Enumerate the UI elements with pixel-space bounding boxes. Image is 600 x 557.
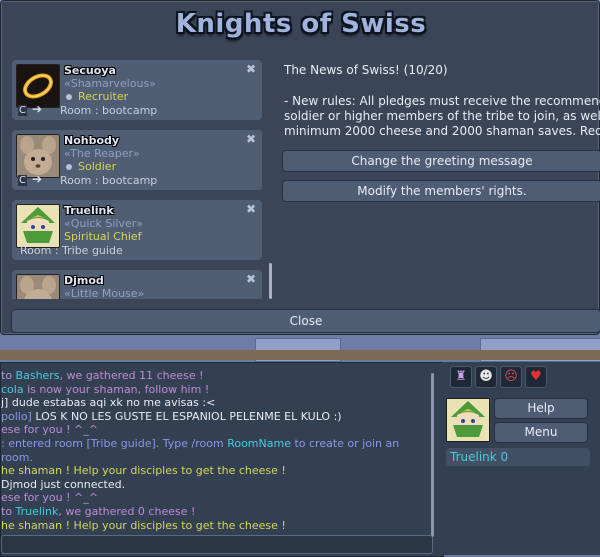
chat-line: to Truelink, we gathered 0 cheese ! bbox=[1, 505, 421, 519]
chat-segment: Truelink bbox=[15, 504, 59, 518]
player-name: Truelink bbox=[450, 450, 497, 464]
chat-segment: cola bbox=[1, 382, 24, 396]
chat-segment: he shaman ! Help your disciples to get t… bbox=[1, 518, 286, 532]
member-rank: Spiritual Chief bbox=[64, 230, 142, 243]
news-line: - New rules: All pledges must receive th… bbox=[284, 94, 600, 108]
chat-line: ese for you ! ^_^ bbox=[1, 423, 421, 437]
chat-segment: RoomName bbox=[227, 436, 291, 450]
modify-rights-button[interactable]: Modify the members' rights. bbox=[282, 180, 600, 202]
member-list: Secuoya «Shamarvelous» Recruiter C ➔ Roo… bbox=[11, 59, 263, 299]
chat-segment: he shaman ! Help your disciples to get t… bbox=[1, 464, 286, 478]
member-title: «Quick Silver» bbox=[64, 217, 143, 230]
link-icon bbox=[16, 204, 60, 248]
chat-line: cola is now your shaman, follow him ! bbox=[1, 383, 421, 397]
member-title: «The Reaper» bbox=[64, 147, 140, 160]
arrow-right-icon[interactable]: ➔ bbox=[32, 102, 42, 116]
news-title: The News of Swiss! (10/20) bbox=[284, 63, 448, 77]
chat-line: : entered room [Tribe guide]. Type /room… bbox=[1, 437, 421, 451]
member-rank: Soldier bbox=[78, 160, 117, 173]
member-name: Nohbody bbox=[64, 134, 120, 147]
chat-segment: Bashers bbox=[15, 369, 60, 382]
chat-segment: Djmod just connected. bbox=[1, 477, 126, 491]
chat-log: to Bashers, we gathered 11 cheese ! cola … bbox=[1, 369, 421, 532]
player-avatar bbox=[446, 398, 490, 442]
tribe-window: Knights of Swiss Secuoya «Shamarvelous» … bbox=[0, 0, 600, 335]
chat-line: j] dude estabas aqi xk no me avisas :< bbox=[1, 396, 421, 410]
news-body: - New rules: All pledges must receive th… bbox=[284, 94, 600, 139]
chat-line: he shaman ! Help your disciples to get t… bbox=[1, 464, 421, 478]
menu-button[interactable]: Menu bbox=[494, 422, 588, 443]
member-title: «Little Mouse» bbox=[64, 287, 145, 299]
chat-segment: pollo] bbox=[1, 409, 32, 423]
arrow-right-icon[interactable]: ➔ bbox=[32, 172, 42, 186]
scene-floor bbox=[0, 350, 600, 360]
chat-scrollbar[interactable] bbox=[431, 373, 434, 537]
player-score: 0 bbox=[500, 450, 509, 464]
angry-icon[interactable]: ☹ bbox=[500, 366, 522, 388]
chat-segment: : entered room [Tribe guide]. Type /room bbox=[1, 436, 228, 450]
close-icon[interactable]: ✖ bbox=[246, 272, 256, 286]
close-icon[interactable]: ✖ bbox=[246, 62, 256, 76]
chat-segment: to create or join an bbox=[290, 436, 400, 450]
rank-icon bbox=[66, 164, 72, 170]
chat-line: pollo] LOS K NO LES GUSTE EL ESPANIOL PE… bbox=[1, 410, 421, 424]
news-line: minimum 2000 cheese and 2000 shaman save… bbox=[284, 124, 600, 138]
room-icon: C bbox=[18, 105, 27, 116]
chat-segment: LOS K NO LES GUSTE EL ESPANIOL PELENME E… bbox=[31, 409, 342, 423]
chat-line: room. bbox=[1, 451, 421, 465]
chat-segment: room. bbox=[1, 450, 33, 464]
member-card[interactable]: Nohbody «The Reaper» Soldier C ➔ Room : … bbox=[11, 129, 263, 191]
chat-segment: , we gathered 11 cheese ! bbox=[59, 369, 204, 382]
heart-icon[interactable]: ♥ bbox=[525, 366, 547, 388]
member-card[interactable]: Truelink «Quick Silver» Spiritual Chief … bbox=[11, 199, 263, 261]
room-icon: C bbox=[18, 175, 27, 186]
chat-line: Djmod just connected. bbox=[1, 478, 421, 492]
chat-line: he shaman ! Help your disciples to get t… bbox=[1, 519, 421, 533]
chat-segment: to bbox=[1, 369, 16, 382]
chat-segment: to bbox=[1, 504, 16, 518]
member-card[interactable]: Secuoya «Shamarvelous» Recruiter C ➔ Roo… bbox=[11, 59, 263, 121]
chat-line: to Bashers, we gathered 11 cheese ! bbox=[1, 369, 421, 383]
member-name: Secuoya bbox=[64, 64, 116, 77]
grin-icon[interactable]: ☻ bbox=[475, 366, 497, 388]
dance-icon[interactable]: ♜ bbox=[450, 366, 472, 388]
member-room: Room : bootcamp bbox=[60, 174, 158, 187]
chat-segment: is now your shaman, follow him ! bbox=[23, 382, 210, 396]
tribe-title: Knights of Swiss bbox=[175, 9, 427, 39]
chat-panel: to Bashers, we gathered 11 cheese ! cola … bbox=[0, 362, 444, 557]
member-card[interactable]: Djmod «Little Mouse» ✖ bbox=[11, 269, 263, 299]
chat-segment: ese for you ! ^_^ bbox=[1, 423, 98, 437]
member-room: Room : bootcamp bbox=[60, 104, 158, 117]
member-name: Truelink bbox=[64, 204, 114, 217]
mouse-icon bbox=[16, 274, 60, 299]
chat-line: ese for you ! ^_^ bbox=[1, 491, 421, 505]
rank-icon bbox=[66, 94, 72, 100]
member-list-scrollbar[interactable] bbox=[269, 263, 272, 299]
chat-input[interactable] bbox=[1, 535, 433, 554]
member-name: Djmod bbox=[64, 274, 104, 287]
close-button[interactable]: Close bbox=[11, 309, 600, 333]
chat-segment: j] dude estabas aqi xk no me avisas :< bbox=[1, 396, 216, 410]
member-rank: Recruiter bbox=[78, 90, 129, 103]
member-title: «Shamarvelous» bbox=[64, 77, 156, 90]
side-panel: ♜ ☻ ☹ ♥ Help Menu Truelink 0 bbox=[442, 362, 600, 555]
member-room: Room : Tribe guide bbox=[20, 244, 123, 257]
help-button[interactable]: Help bbox=[494, 398, 588, 419]
close-icon[interactable]: ✖ bbox=[246, 132, 256, 146]
news-line: soldier or higher members of the tribe t… bbox=[284, 109, 600, 123]
chat-segment: , we gathered 0 cheese ! bbox=[58, 504, 196, 518]
player-score-row: Truelink 0 bbox=[446, 448, 590, 466]
chat-segment: ese for you ! ^_^ bbox=[1, 491, 98, 505]
change-greeting-button[interactable]: Change the greeting message bbox=[282, 150, 600, 172]
close-icon[interactable]: ✖ bbox=[246, 202, 256, 216]
